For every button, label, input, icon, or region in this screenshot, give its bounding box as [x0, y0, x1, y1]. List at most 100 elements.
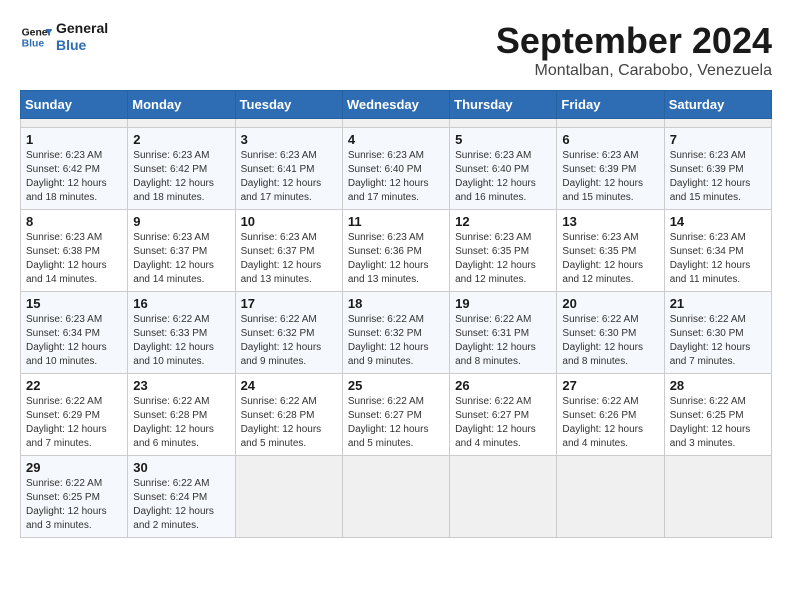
week-row-3: 8 Sunrise: 6:23 AM Sunset: 6:38 PM Daylig…	[21, 210, 772, 292]
day-cell: 12Sunrise: 6:23 AM Sunset: 6:35 PM Dayli…	[450, 210, 557, 292]
day-number: 8	[26, 214, 122, 229]
day-info: Sunrise: 6:22 AM Sunset: 6:28 PM Dayligh…	[241, 395, 337, 451]
day-cell	[557, 456, 664, 538]
day-info: Sunrise: 6:23 AM Sunset: 6:42 PM Dayligh…	[133, 149, 229, 205]
day-cell	[342, 119, 449, 128]
day-cell: 18Sunrise: 6:22 AM Sunset: 6:32 PM Dayli…	[342, 292, 449, 374]
day-cell: 13 Sunrise: 6:23 AM Sunset: 6:35 PM Dayli…	[557, 210, 664, 292]
logo: General Blue General Blue	[20, 20, 108, 54]
title-area: September 2024 Montalban, Carabobo, Vene…	[496, 20, 772, 80]
day-info: Sunrise: 6:22 AM Sunset: 6:25 PM Dayligh…	[670, 395, 766, 451]
week-row-1	[21, 119, 772, 128]
day-number: 4	[348, 132, 444, 147]
calendar: SundayMondayTuesdayWednesdayThursdayFrid…	[20, 90, 772, 538]
day-number: 10	[241, 214, 337, 229]
week-row-4: 15Sunrise: 6:23 AM Sunset: 6:34 PM Dayli…	[21, 292, 772, 374]
day-number: 14	[670, 214, 766, 229]
day-cell	[342, 456, 449, 538]
day-cell: 3Sunrise: 6:23 AM Sunset: 6:41 PM Daylig…	[235, 128, 342, 210]
day-info: Sunrise: 6:23 AM Sunset: 6:39 PM Dayligh…	[562, 149, 658, 205]
day-info: Sunrise: 6:22 AM Sunset: 6:24 PM Dayligh…	[133, 477, 229, 533]
day-number: 30	[133, 460, 229, 475]
day-info: Sunrise: 6:22 AM Sunset: 6:28 PM Dayligh…	[133, 395, 229, 451]
header: General Blue General Blue September 2024…	[20, 20, 772, 80]
day-cell: 14 Sunrise: 6:23 AM Sunset: 6:34 PM Dayli…	[664, 210, 771, 292]
day-cell	[235, 456, 342, 538]
day-info: Sunrise: 6:22 AM Sunset: 6:26 PM Dayligh…	[562, 395, 658, 451]
day-cell: 4 Sunrise: 6:23 AM Sunset: 6:40 PM Daylig…	[342, 128, 449, 210]
day-cell: 15Sunrise: 6:23 AM Sunset: 6:34 PM Dayli…	[21, 292, 128, 374]
day-cell: 9 Sunrise: 6:23 AM Sunset: 6:37 PM Daylig…	[128, 210, 235, 292]
day-cell	[557, 119, 664, 128]
day-info: Sunrise: 6:22 AM Sunset: 6:31 PM Dayligh…	[455, 313, 551, 369]
day-info: Sunrise: 6:23 AM Sunset: 6:40 PM Dayligh…	[348, 149, 444, 205]
day-cell: 19Sunrise: 6:22 AM Sunset: 6:31 PM Dayli…	[450, 292, 557, 374]
day-info: Sunrise: 6:22 AM Sunset: 6:32 PM Dayligh…	[241, 313, 337, 369]
logo-icon: General Blue	[20, 21, 52, 53]
column-headers: SundayMondayTuesdayWednesdayThursdayFrid…	[21, 91, 772, 119]
day-number: 12	[455, 214, 551, 229]
day-cell: 22Sunrise: 6:22 AM Sunset: 6:29 PM Dayli…	[21, 374, 128, 456]
day-info: Sunrise: 6:23 AM Sunset: 6:37 PM Dayligh…	[133, 231, 229, 287]
day-cell: 26 Sunrise: 6:22 AM Sunset: 6:27 PM Dayli…	[450, 374, 557, 456]
day-cell	[21, 119, 128, 128]
day-info: Sunrise: 6:23 AM Sunset: 6:35 PM Dayligh…	[562, 231, 658, 287]
day-cell: 20 Sunrise: 6:22 AM Sunset: 6:30 PM Dayli…	[557, 292, 664, 374]
day-number: 22	[26, 378, 122, 393]
week-row-6: 29Sunrise: 6:22 AM Sunset: 6:25 PM Dayli…	[21, 456, 772, 538]
day-info: Sunrise: 6:23 AM Sunset: 6:37 PM Dayligh…	[241, 231, 337, 287]
day-info: Sunrise: 6:23 AM Sunset: 6:42 PM Dayligh…	[26, 149, 122, 205]
day-number: 1	[26, 132, 122, 147]
col-header-wednesday: Wednesday	[342, 91, 449, 119]
col-header-thursday: Thursday	[450, 91, 557, 119]
col-header-friday: Friday	[557, 91, 664, 119]
logo-blue: Blue	[56, 37, 108, 54]
day-cell	[664, 456, 771, 538]
day-number: 16	[133, 296, 229, 311]
day-info: Sunrise: 6:23 AM Sunset: 6:38 PM Dayligh…	[26, 231, 122, 287]
svg-text:Blue: Blue	[22, 38, 45, 49]
day-cell	[450, 456, 557, 538]
day-number: 21	[670, 296, 766, 311]
col-header-saturday: Saturday	[664, 91, 771, 119]
week-row-5: 22Sunrise: 6:22 AM Sunset: 6:29 PM Dayli…	[21, 374, 772, 456]
day-number: 17	[241, 296, 337, 311]
day-cell	[664, 119, 771, 128]
day-cell: 10 Sunrise: 6:23 AM Sunset: 6:37 PM Dayli…	[235, 210, 342, 292]
logo-general: General	[56, 20, 108, 37]
col-header-tuesday: Tuesday	[235, 91, 342, 119]
day-cell: 16Sunrise: 6:22 AM Sunset: 6:33 PM Dayli…	[128, 292, 235, 374]
day-info: Sunrise: 6:23 AM Sunset: 6:36 PM Dayligh…	[348, 231, 444, 287]
day-number: 9	[133, 214, 229, 229]
col-header-sunday: Sunday	[21, 91, 128, 119]
day-info: Sunrise: 6:22 AM Sunset: 6:30 PM Dayligh…	[670, 313, 766, 369]
day-info: Sunrise: 6:22 AM Sunset: 6:27 PM Dayligh…	[455, 395, 551, 451]
day-number: 20	[562, 296, 658, 311]
day-info: Sunrise: 6:23 AM Sunset: 6:34 PM Dayligh…	[26, 313, 122, 369]
day-number: 13	[562, 214, 658, 229]
day-cell: 17 Sunrise: 6:22 AM Sunset: 6:32 PM Dayli…	[235, 292, 342, 374]
day-number: 5	[455, 132, 551, 147]
col-header-monday: Monday	[128, 91, 235, 119]
day-info: Sunrise: 6:23 AM Sunset: 6:34 PM Dayligh…	[670, 231, 766, 287]
day-number: 25	[348, 378, 444, 393]
day-cell	[128, 119, 235, 128]
calendar-body: 1 Sunrise: 6:23 AM Sunset: 6:42 PM Daylig…	[21, 119, 772, 538]
week-row-2: 1 Sunrise: 6:23 AM Sunset: 6:42 PM Daylig…	[21, 128, 772, 210]
day-cell: 1 Sunrise: 6:23 AM Sunset: 6:42 PM Daylig…	[21, 128, 128, 210]
day-cell	[450, 119, 557, 128]
day-cell: 2Sunrise: 6:23 AM Sunset: 6:42 PM Daylig…	[128, 128, 235, 210]
location-title: Montalban, Carabobo, Venezuela	[496, 62, 772, 80]
day-cell: 29Sunrise: 6:22 AM Sunset: 6:25 PM Dayli…	[21, 456, 128, 538]
day-number: 18	[348, 296, 444, 311]
day-cell: 8 Sunrise: 6:23 AM Sunset: 6:38 PM Daylig…	[21, 210, 128, 292]
day-number: 26	[455, 378, 551, 393]
day-cell: 27Sunrise: 6:22 AM Sunset: 6:26 PM Dayli…	[557, 374, 664, 456]
day-info: Sunrise: 6:22 AM Sunset: 6:25 PM Dayligh…	[26, 477, 122, 533]
day-cell: 21 Sunrise: 6:22 AM Sunset: 6:30 PM Dayli…	[664, 292, 771, 374]
day-info: Sunrise: 6:22 AM Sunset: 6:27 PM Dayligh…	[348, 395, 444, 451]
day-number: 3	[241, 132, 337, 147]
day-info: Sunrise: 6:22 AM Sunset: 6:30 PM Dayligh…	[562, 313, 658, 369]
day-number: 11	[348, 214, 444, 229]
day-cell: 6Sunrise: 6:23 AM Sunset: 6:39 PM Daylig…	[557, 128, 664, 210]
